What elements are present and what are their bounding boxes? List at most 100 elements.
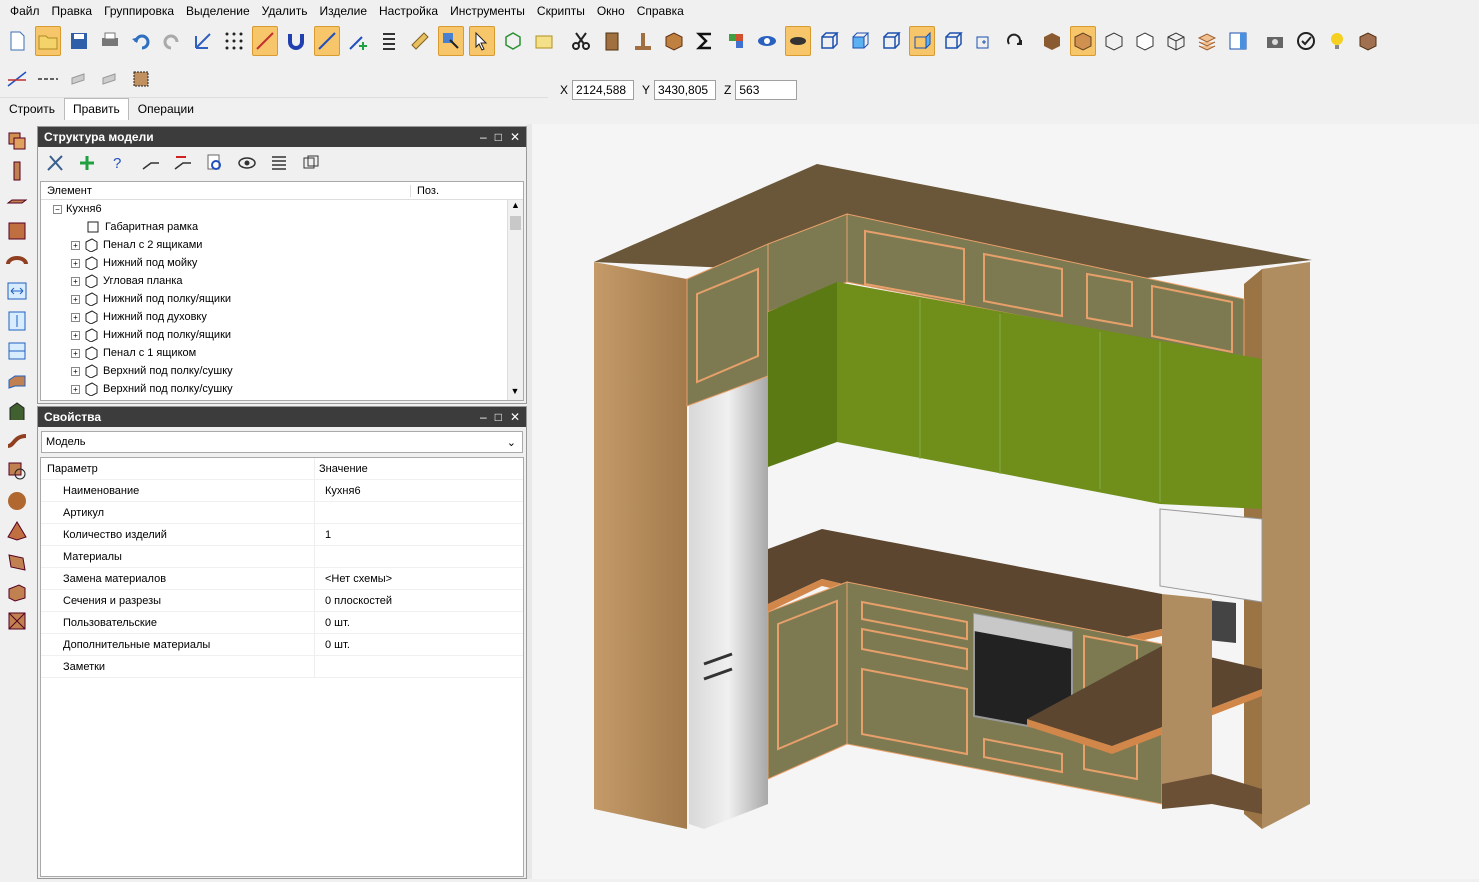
print-icon[interactable] <box>97 26 123 56</box>
view-iso-icon[interactable] <box>816 26 842 56</box>
column-pos[interactable]: Поз. <box>411 185 439 197</box>
cabinet-icon[interactable] <box>599 26 625 56</box>
box-icon[interactable] <box>661 26 687 56</box>
menu-window[interactable]: Окно <box>591 4 631 18</box>
maximize-icon[interactable]: □ <box>495 130 502 144</box>
scissors-icon[interactable] <box>568 26 594 56</box>
visibility-icon[interactable] <box>234 151 260 175</box>
view-zoom-icon[interactable] <box>971 26 997 56</box>
menu-scripts[interactable]: Скрипты <box>531 4 591 18</box>
x-field[interactable] <box>572 80 635 100</box>
grid-icon[interactable] <box>221 26 247 56</box>
menu-delete[interactable]: Удалить <box>256 4 314 18</box>
property-row[interactable]: Дополнительные материалы 0 шт. <box>41 633 523 656</box>
arch-icon[interactable] <box>4 398 30 424</box>
expand-icon[interactable]: + <box>71 258 80 268</box>
column-element[interactable]: Элемент <box>41 184 411 197</box>
rotate-icon[interactable] <box>1002 26 1028 56</box>
press-icon[interactable] <box>630 26 656 56</box>
panel-gray-1-icon[interactable] <box>66 64 92 94</box>
trim-line-icon[interactable] <box>4 64 30 94</box>
property-row[interactable]: Количество изделий 1 <box>41 523 523 546</box>
close-icon[interactable]: ✕ <box>510 130 520 144</box>
sigma-icon[interactable] <box>692 26 718 56</box>
materials-icon[interactable] <box>723 26 749 56</box>
view-right-icon[interactable] <box>909 26 935 56</box>
save-icon[interactable] <box>66 26 92 56</box>
scroll-up-icon[interactable]: ▲ <box>508 200 523 214</box>
tree-item[interactable]: Габаритная рамка <box>41 218 523 236</box>
wedge-icon[interactable] <box>4 548 30 574</box>
property-row[interactable]: Пользовательские 0 шт. <box>41 611 523 634</box>
panel-copy-icon[interactable] <box>4 128 30 154</box>
search-icon[interactable] <box>202 151 228 175</box>
property-row[interactable]: Сечения и разрезы 0 плоскостей <box>41 589 523 612</box>
render-icon[interactable] <box>785 26 811 56</box>
tree-item[interactable]: + Верхний под полку/сушку <box>41 362 523 380</box>
menu-tools[interactable]: Инструменты <box>444 4 531 18</box>
tree-item[interactable]: + Нижний под духовку <box>41 308 523 326</box>
list-icon[interactable] <box>266 151 292 175</box>
group-icon[interactable] <box>298 151 324 175</box>
panel-cut-icon[interactable] <box>128 64 154 94</box>
bulb-icon[interactable] <box>1324 26 1350 56</box>
snap-point-icon[interactable] <box>314 26 340 56</box>
3d-viewport[interactable] <box>532 124 1479 879</box>
link-icon[interactable] <box>138 151 164 175</box>
split-icon[interactable] <box>4 338 30 364</box>
tree-item[interactable]: + Верхний под полку/сушку <box>41 380 523 398</box>
view-top-icon[interactable] <box>878 26 904 56</box>
expand-icon[interactable]: + <box>71 240 80 250</box>
expand-icon[interactable]: + <box>71 330 80 340</box>
shaded-box-icon[interactable] <box>1070 26 1096 56</box>
menu-settings[interactable]: Настройка <box>373 4 444 18</box>
property-value[interactable]: Кухня6 <box>315 485 361 497</box>
tree-item[interactable]: + Нижний под мойку <box>41 254 523 272</box>
menu-help[interactable]: Справка <box>631 4 690 18</box>
frame-box-icon[interactable] <box>4 608 30 634</box>
folder-yellow-icon[interactable] <box>531 26 557 56</box>
menu-grouping[interactable]: Группировка <box>98 4 180 18</box>
expand-icon[interactable]: + <box>71 348 80 358</box>
check-icon[interactable] <box>1293 26 1319 56</box>
menu-edit[interactable]: Правка <box>46 4 99 18</box>
stack-icon[interactable] <box>376 26 402 56</box>
ruler-icon[interactable] <box>407 26 433 56</box>
redo-icon[interactable] <box>159 26 185 56</box>
tree-item[interactable]: + Пенал с 1 ящиком <box>41 344 523 362</box>
camera-icon[interactable] <box>1262 26 1288 56</box>
tree-item[interactable]: + Нижний под полку/ящики <box>41 326 523 344</box>
export-box-icon[interactable] <box>1355 26 1381 56</box>
panel-gray-2-icon[interactable] <box>97 64 123 94</box>
expand-icon[interactable]: + <box>71 276 80 286</box>
magnet-icon[interactable] <box>283 26 309 56</box>
unlink-icon[interactable] <box>170 151 196 175</box>
tab-operations[interactable]: Операции <box>129 98 203 120</box>
collapse-icon[interactable]: − <box>53 204 62 214</box>
hidden-box-icon[interactable] <box>1132 26 1158 56</box>
minimize-icon[interactable]: – <box>480 130 487 144</box>
eye-icon[interactable] <box>754 26 780 56</box>
front-panel-icon[interactable] <box>4 218 30 244</box>
property-row[interactable]: Замена материалов <Нет схемы> <box>41 567 523 590</box>
undo-icon[interactable] <box>128 26 154 56</box>
tree-item[interactable]: + Пенал с 2 ящиками <box>41 236 523 254</box>
select-hand-icon[interactable] <box>438 26 464 56</box>
query-icon[interactable]: ? <box>106 151 132 175</box>
view-front-icon[interactable] <box>847 26 873 56</box>
tree-root[interactable]: − Кухня6 <box>41 200 523 218</box>
add-item-icon[interactable] <box>74 151 100 175</box>
wire-box-icon[interactable] <box>1101 26 1127 56</box>
property-value[interactable]: 0 шт. <box>315 639 350 651</box>
fit-width-icon[interactable] <box>4 278 30 304</box>
cube-wire-icon[interactable] <box>500 26 526 56</box>
tree-scrollbar[interactable]: ▲ ▼ <box>507 200 523 400</box>
tab-build[interactable]: Строить <box>0 98 64 120</box>
menu-product[interactable]: Изделие <box>313 4 373 18</box>
scroll-thumb[interactable] <box>510 216 521 230</box>
section-icon[interactable] <box>4 458 30 484</box>
property-value[interactable]: 1 <box>315 529 331 541</box>
profile-icon[interactable] <box>4 368 30 394</box>
column-value[interactable]: Значение <box>315 463 368 475</box>
dashed-line-icon[interactable] <box>35 64 61 94</box>
